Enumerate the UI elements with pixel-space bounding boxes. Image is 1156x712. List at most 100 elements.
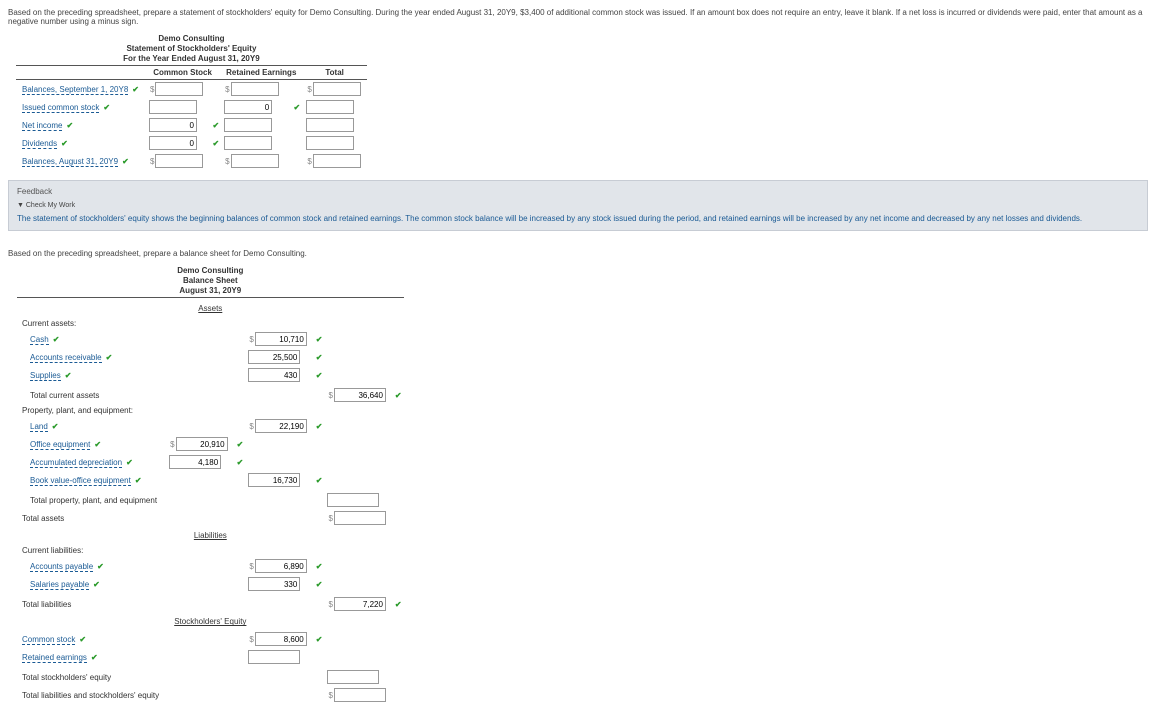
row-tlse: Total liabilities and stockholders' equi…	[16, 686, 165, 704]
input-re[interactable]	[248, 650, 300, 664]
input-ar[interactable]	[248, 350, 300, 364]
input-r5c3[interactable]	[313, 154, 361, 168]
row-tl: Total liabilities	[16, 593, 165, 613]
input-supplies[interactable]	[248, 368, 300, 382]
input-cs[interactable]	[255, 632, 307, 646]
input-r2c3[interactable]	[306, 100, 354, 114]
row-ad[interactable]: Accumulated depreciation	[30, 458, 122, 468]
check-icon: ✔	[132, 85, 139, 94]
input-ta[interactable]	[334, 511, 386, 525]
input-tca[interactable]	[334, 388, 386, 402]
check-icon: ✔	[61, 139, 68, 148]
row-ar[interactable]: Accounts receivable	[30, 353, 102, 363]
check-icon: ✔	[135, 476, 142, 485]
row-oe[interactable]: Office equipment	[30, 440, 90, 450]
input-r5c2[interactable]	[231, 154, 279, 168]
check-icon: ✔	[66, 121, 73, 130]
check-icon: ✔	[237, 440, 244, 449]
input-tse[interactable]	[327, 670, 379, 684]
input-r1c1[interactable]	[155, 82, 203, 96]
check-icon: ✔	[212, 139, 219, 148]
input-r4c2[interactable]	[224, 136, 272, 150]
check-icon: ✔	[97, 562, 104, 571]
input-tppe[interactable]	[327, 493, 379, 507]
input-sp[interactable]	[248, 577, 300, 591]
row-land[interactable]: Land	[30, 422, 48, 432]
input-r3c3[interactable]	[306, 118, 354, 132]
row-cash[interactable]: Cash	[30, 335, 49, 345]
check-my-work-toggle[interactable]: ▼ Check My Work	[17, 202, 1139, 209]
row-issued-stock[interactable]: Issued common stock	[22, 103, 99, 113]
row-sp[interactable]: Salaries payable	[30, 580, 89, 590]
feedback-panel: Feedback ▼ Check My Work The statement o…	[8, 180, 1148, 231]
input-ap[interactable]	[255, 559, 307, 573]
check-icon: ✔	[316, 476, 323, 485]
liabilities-heading: Liabilities	[16, 527, 405, 544]
input-tlse[interactable]	[334, 688, 386, 702]
row-ap[interactable]: Accounts payable	[30, 562, 93, 572]
current-assets-label: Current assets:	[16, 317, 165, 330]
input-tl[interactable]	[334, 597, 386, 611]
feedback-title: Feedback	[17, 187, 1139, 196]
input-r4c3[interactable]	[306, 136, 354, 150]
instruction-bs: Based on the preceding spreadsheet, prep…	[8, 249, 1148, 258]
soe-period: For the Year Ended August 31, 20Y9	[17, 54, 366, 63]
check-icon: ✔	[316, 422, 323, 431]
row-bvoe[interactable]: Book value-office equipment	[30, 476, 131, 486]
cl-label: Current liabilities:	[16, 544, 165, 557]
check-icon: ✔	[316, 371, 323, 380]
col-total: Total	[302, 66, 366, 80]
check-icon: ✔	[126, 458, 133, 467]
soe-table: Demo Consulting Statement of Stockholder…	[16, 32, 367, 170]
check-icon: ✔	[93, 580, 100, 589]
check-icon: ✔	[106, 353, 113, 362]
check-icon: ✔	[316, 580, 323, 589]
row-ta: Total assets	[16, 509, 165, 527]
input-r2c2[interactable]	[224, 100, 272, 114]
input-r1c3[interactable]	[313, 82, 361, 96]
bs-company: Demo Consulting	[17, 266, 404, 275]
row-supplies[interactable]: Supplies	[30, 371, 61, 381]
input-r2c1[interactable]	[149, 100, 197, 114]
check-icon: ✔	[294, 103, 301, 112]
row-dividends[interactable]: Dividends	[22, 139, 57, 149]
ppe-label: Property, plant, and equipment:	[16, 404, 165, 417]
row-net-income[interactable]: Net income	[22, 121, 62, 131]
input-land[interactable]	[255, 419, 307, 433]
input-r1c2[interactable]	[231, 82, 279, 96]
row-tca: Total current assets	[16, 384, 165, 404]
check-icon: ✔	[91, 653, 98, 662]
check-icon: ✔	[53, 335, 60, 344]
input-cash[interactable]	[255, 332, 307, 346]
check-icon: ✔	[237, 458, 244, 467]
check-icon: ✔	[94, 440, 101, 449]
input-r3c2[interactable]	[224, 118, 272, 132]
input-r3c1[interactable]	[149, 118, 197, 132]
col-common-stock: Common Stock	[145, 66, 220, 80]
col-retained-earnings: Retained Earnings	[220, 66, 302, 80]
check-icon: ✔	[316, 335, 323, 344]
check-icon: ✔	[65, 371, 72, 380]
check-icon: ✔	[395, 391, 402, 400]
row-end-balances[interactable]: Balances, August 31, 20Y9	[22, 157, 118, 167]
input-r4c1[interactable]	[149, 136, 197, 150]
check-icon: ✔	[316, 635, 323, 644]
check-icon: ✔	[52, 422, 59, 431]
check-icon: ✔	[316, 562, 323, 571]
soe-title: Statement of Stockholders' Equity	[17, 44, 366, 53]
row-cs[interactable]: Common stock	[22, 635, 75, 645]
instruction-soe: Based on the preceding spreadsheet, prep…	[8, 8, 1148, 26]
check-icon: ✔	[212, 121, 219, 130]
soe-company: Demo Consulting	[17, 34, 366, 43]
row-re[interactable]: Retained earnings	[22, 653, 87, 663]
bs-title: Balance Sheet	[17, 276, 404, 285]
input-ad[interactable]	[169, 455, 221, 469]
row-beg-balances[interactable]: Balances, September 1, 20Y8	[22, 85, 128, 95]
input-bvoe[interactable]	[248, 473, 300, 487]
check-icon: ✔	[122, 157, 129, 166]
row-tppe: Total property, plant, and equipment	[16, 489, 165, 509]
bs-table: Demo Consulting Balance Sheet August 31,…	[16, 264, 405, 704]
input-r5c1[interactable]	[155, 154, 203, 168]
input-oe[interactable]	[176, 437, 228, 451]
check-icon: ✔	[395, 600, 402, 609]
